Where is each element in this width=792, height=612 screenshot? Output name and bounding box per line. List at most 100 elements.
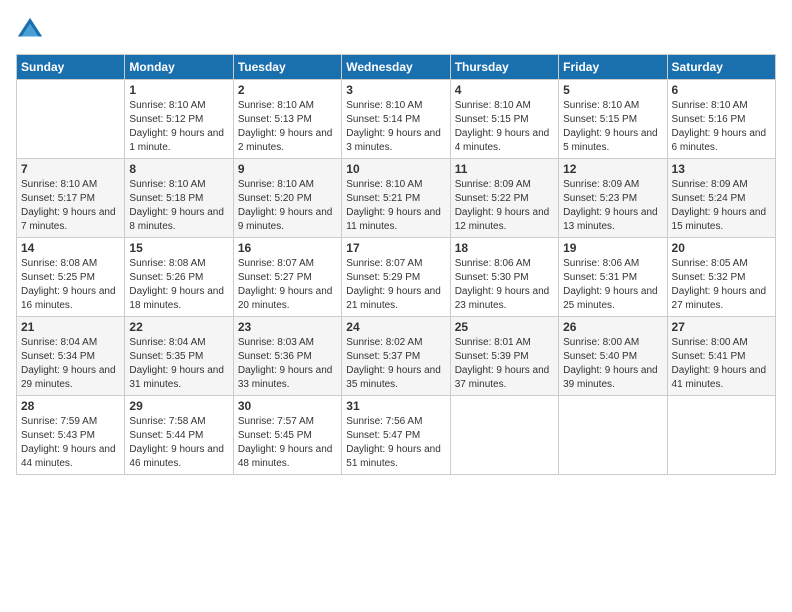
day-info: Sunrise: 8:09 AMSunset: 5:24 PMDaylight:… [672,178,771,234]
calendar-cell: 25Sunrise: 8:01 AMSunset: 5:39 PMDayligh… [450,317,558,396]
day-info: Sunrise: 8:09 AMSunset: 5:23 PMDaylight:… [563,178,662,234]
day-info: Sunrise: 8:10 AMSunset: 5:15 PMDaylight:… [563,99,662,155]
day-info: Sunrise: 8:05 AMSunset: 5:32 PMDaylight:… [672,257,771,313]
day-header: Saturday [667,55,775,80]
day-number: 30 [238,399,337,413]
calendar-cell [667,396,775,475]
logo-icon [16,16,44,44]
day-info: Sunrise: 8:10 AMSunset: 5:20 PMDaylight:… [238,178,337,234]
day-info: Sunrise: 8:00 AMSunset: 5:40 PMDaylight:… [563,336,662,392]
calendar-cell: 6 Sunrise: 8:10 AMSunset: 5:16 PMDaylight… [667,80,775,159]
day-info: Sunrise: 8:04 AMSunset: 5:35 PMDaylight:… [129,336,228,392]
day-info: Sunrise: 8:10 AMSunset: 5:12 PMDaylight:… [129,99,228,155]
day-info: Sunrise: 8:04 AMSunset: 5:34 PMDaylight:… [21,336,120,392]
day-info: Sunrise: 8:08 AMSunset: 5:25 PMDaylight:… [21,257,120,313]
day-number: 19 [563,241,662,255]
calendar-cell: 31 Sunrise: 7:56 AMSunset: 5:47 PMDayligh… [342,396,450,475]
day-info: Sunrise: 8:00 AMSunset: 5:41 PMDaylight:… [672,336,771,392]
calendar-cell: 18 Sunrise: 8:06 AMSunset: 5:30 PMDayligh… [450,238,558,317]
day-info: Sunrise: 8:01 AMSunset: 5:39 PMDaylight:… [455,336,554,392]
calendar-cell: 30 Sunrise: 7:57 AMSunset: 5:45 PMDayligh… [233,396,341,475]
day-number: 6 [672,83,771,97]
calendar-cell: 9 Sunrise: 8:10 AMSunset: 5:20 PMDaylight… [233,159,341,238]
day-info: Sunrise: 8:10 AMSunset: 5:18 PMDaylight:… [129,178,228,234]
day-info: Sunrise: 8:10 AMSunset: 5:17 PMDaylight:… [21,178,120,234]
calendar-cell: 28Sunrise: 7:59 AMSunset: 5:43 PMDayligh… [17,396,125,475]
day-number: 18 [455,241,554,255]
day-number: 3 [346,83,445,97]
day-info: Sunrise: 7:58 AMSunset: 5:44 PMDaylight:… [129,415,228,471]
day-header: Sunday [17,55,125,80]
day-info: Sunrise: 7:56 AMSunset: 5:47 PMDaylight:… [346,415,445,471]
calendar-week: 21 Sunrise: 8:04 AMSunset: 5:34 PMDayligh… [17,317,776,396]
day-number: 9 [238,162,337,176]
day-info: Sunrise: 8:07 AMSunset: 5:29 PMDaylight:… [346,257,445,313]
calendar-cell: 19Sunrise: 8:06 AMSunset: 5:31 PMDayligh… [559,238,667,317]
calendar-week: 7 Sunrise: 8:10 AMSunset: 5:17 PMDaylight… [17,159,776,238]
calendar-cell: 7 Sunrise: 8:10 AMSunset: 5:17 PMDaylight… [17,159,125,238]
day-info: Sunrise: 8:02 AMSunset: 5:37 PMDaylight:… [346,336,445,392]
day-number: 20 [672,241,771,255]
calendar-cell: 11Sunrise: 8:09 AMSunset: 5:22 PMDayligh… [450,159,558,238]
header [16,16,776,44]
day-header: Monday [125,55,233,80]
calendar-table: SundayMondayTuesdayWednesdayThursdayFrid… [16,54,776,475]
calendar-cell: 22 Sunrise: 8:04 AMSunset: 5:35 PMDayligh… [125,317,233,396]
day-header: Friday [559,55,667,80]
calendar-cell: 1 Sunrise: 8:10 AMSunset: 5:12 PMDaylight… [125,80,233,159]
logo [16,16,48,44]
calendar-cell: 4 Sunrise: 8:10 AMSunset: 5:15 PMDaylight… [450,80,558,159]
calendar-cell: 13 Sunrise: 8:09 AMSunset: 5:24 PMDayligh… [667,159,775,238]
calendar-container: SundayMondayTuesdayWednesdayThursdayFrid… [0,0,792,485]
calendar-week: 1 Sunrise: 8:10 AMSunset: 5:12 PMDaylight… [17,80,776,159]
day-info: Sunrise: 8:10 AMSunset: 5:15 PMDaylight:… [455,99,554,155]
day-number: 14 [21,241,120,255]
day-info: Sunrise: 8:10 AMSunset: 5:21 PMDaylight:… [346,178,445,234]
day-number: 17 [346,241,445,255]
calendar-cell: 5 Sunrise: 8:10 AMSunset: 5:15 PMDaylight… [559,80,667,159]
day-number: 26 [563,320,662,334]
day-number: 1 [129,83,228,97]
day-info: Sunrise: 7:57 AMSunset: 5:45 PMDaylight:… [238,415,337,471]
day-number: 31 [346,399,445,413]
header-row: SundayMondayTuesdayWednesdayThursdayFrid… [17,55,776,80]
day-info: Sunrise: 8:06 AMSunset: 5:30 PMDaylight:… [455,257,554,313]
calendar-cell: 15 Sunrise: 8:08 AMSunset: 5:26 PMDayligh… [125,238,233,317]
day-info: Sunrise: 7:59 AMSunset: 5:43 PMDaylight:… [21,415,120,471]
calendar-cell: 29 Sunrise: 7:58 AMSunset: 5:44 PMDayligh… [125,396,233,475]
day-number: 21 [21,320,120,334]
day-number: 12 [563,162,662,176]
day-number: 8 [129,162,228,176]
day-number: 15 [129,241,228,255]
calendar-cell: 23Sunrise: 8:03 AMSunset: 5:36 PMDayligh… [233,317,341,396]
day-header: Thursday [450,55,558,80]
calendar-cell: 21 Sunrise: 8:04 AMSunset: 5:34 PMDayligh… [17,317,125,396]
day-info: Sunrise: 8:07 AMSunset: 5:27 PMDaylight:… [238,257,337,313]
day-number: 7 [21,162,120,176]
day-info: Sunrise: 8:10 AMSunset: 5:14 PMDaylight:… [346,99,445,155]
calendar-cell: 24 Sunrise: 8:02 AMSunset: 5:37 PMDayligh… [342,317,450,396]
day-info: Sunrise: 8:08 AMSunset: 5:26 PMDaylight:… [129,257,228,313]
day-number: 24 [346,320,445,334]
calendar-cell: 2 Sunrise: 8:10 AMSunset: 5:13 PMDaylight… [233,80,341,159]
day-number: 2 [238,83,337,97]
day-number: 5 [563,83,662,97]
calendar-cell [559,396,667,475]
day-header: Wednesday [342,55,450,80]
day-info: Sunrise: 8:10 AMSunset: 5:13 PMDaylight:… [238,99,337,155]
day-info: Sunrise: 8:10 AMSunset: 5:16 PMDaylight:… [672,99,771,155]
day-number: 23 [238,320,337,334]
day-number: 27 [672,320,771,334]
calendar-cell: 27 Sunrise: 8:00 AMSunset: 5:41 PMDayligh… [667,317,775,396]
calendar-week: 28Sunrise: 7:59 AMSunset: 5:43 PMDayligh… [17,396,776,475]
day-number: 4 [455,83,554,97]
calendar-cell: 20 Sunrise: 8:05 AMSunset: 5:32 PMDayligh… [667,238,775,317]
day-number: 22 [129,320,228,334]
calendar-cell: 12 Sunrise: 8:09 AMSunset: 5:23 PMDayligh… [559,159,667,238]
day-number: 13 [672,162,771,176]
day-number: 29 [129,399,228,413]
calendar-cell: 8 Sunrise: 8:10 AMSunset: 5:18 PMDaylight… [125,159,233,238]
calendar-cell: 16Sunrise: 8:07 AMSunset: 5:27 PMDayligh… [233,238,341,317]
day-info: Sunrise: 8:09 AMSunset: 5:22 PMDaylight:… [455,178,554,234]
calendar-week: 14 Sunrise: 8:08 AMSunset: 5:25 PMDayligh… [17,238,776,317]
